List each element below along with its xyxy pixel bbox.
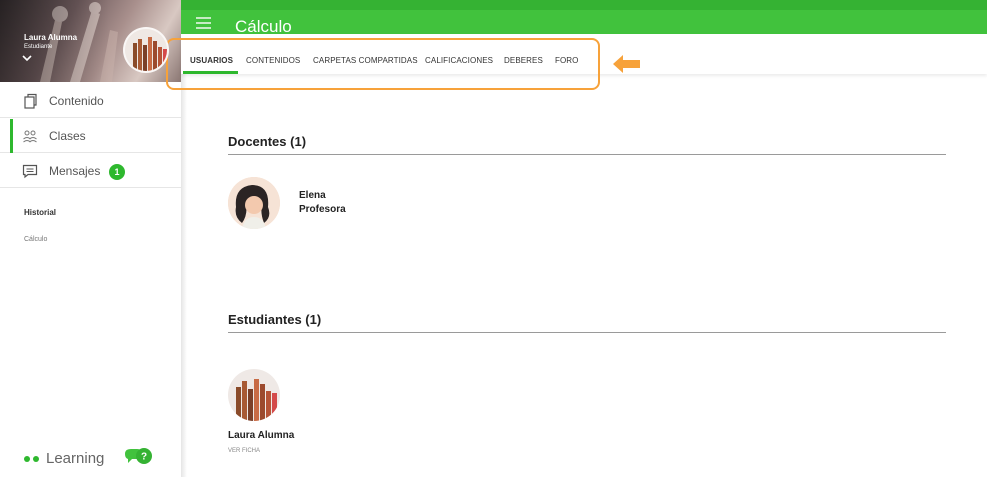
avatar <box>123 27 169 73</box>
sidebar-item-label: Contenido <box>49 94 104 108</box>
sidebar-item-clases[interactable]: Clases <box>0 119 181 153</box>
history-title: Historial <box>24 208 57 217</box>
arrow-left-icon <box>613 55 640 73</box>
profile-role: Estudiante <box>24 44 53 50</box>
profile-header[interactable]: Laura Alumna Estudiante <box>0 0 181 82</box>
student-avatar[interactable] <box>228 369 280 421</box>
pencils-avatar-image <box>228 369 280 421</box>
hamburger-menu-icon[interactable] <box>196 17 211 29</box>
sidebar: Laura Alumna Estudiante Contenido Clases… <box>0 0 181 477</box>
svg-text:?: ? <box>141 452 147 463</box>
message-icon <box>22 164 38 179</box>
sidebar-item-label: Mensajes <box>49 164 101 178</box>
help-chat-icon[interactable]: ? <box>123 446 155 468</box>
sidebar-item-mensajes[interactable]: Mensajes 1 <box>0 154 181 188</box>
logo-dot-icon <box>33 455 39 462</box>
active-indicator <box>10 119 13 153</box>
section-divider <box>228 332 946 333</box>
unread-badge: 1 <box>109 164 125 180</box>
users-icon <box>23 130 37 143</box>
pencils-avatar-image <box>125 29 167 71</box>
tabs-highlight-box <box>166 38 600 90</box>
brand-logo: Learning <box>24 450 104 467</box>
teacher-avatar[interactable] <box>228 177 280 229</box>
woman-avatar-image <box>228 177 280 229</box>
students-section-title: Estudiantes (1) <box>228 312 322 327</box>
sidebar-item-contenido[interactable]: Contenido <box>0 84 181 118</box>
copy-icon <box>24 93 37 109</box>
teachers-section-title: Docentes (1) <box>228 134 307 149</box>
teacher-role: Profesora <box>299 204 346 215</box>
teacher-name: Elena <box>299 190 326 201</box>
profile-name: Laura Alumna <box>24 33 78 42</box>
header-top-band <box>181 0 987 10</box>
brand-name: Learning <box>46 450 105 467</box>
chevron-down-icon[interactable] <box>22 54 32 62</box>
student-name: Laura Alumna <box>228 430 295 441</box>
view-profile-link[interactable]: VER FICHA <box>228 448 260 454</box>
logo-dot-icon <box>24 455 30 462</box>
sidebar-item-label: Clases <box>49 129 86 143</box>
section-divider <box>228 154 946 155</box>
history-item[interactable]: Cálculo <box>24 236 47 243</box>
